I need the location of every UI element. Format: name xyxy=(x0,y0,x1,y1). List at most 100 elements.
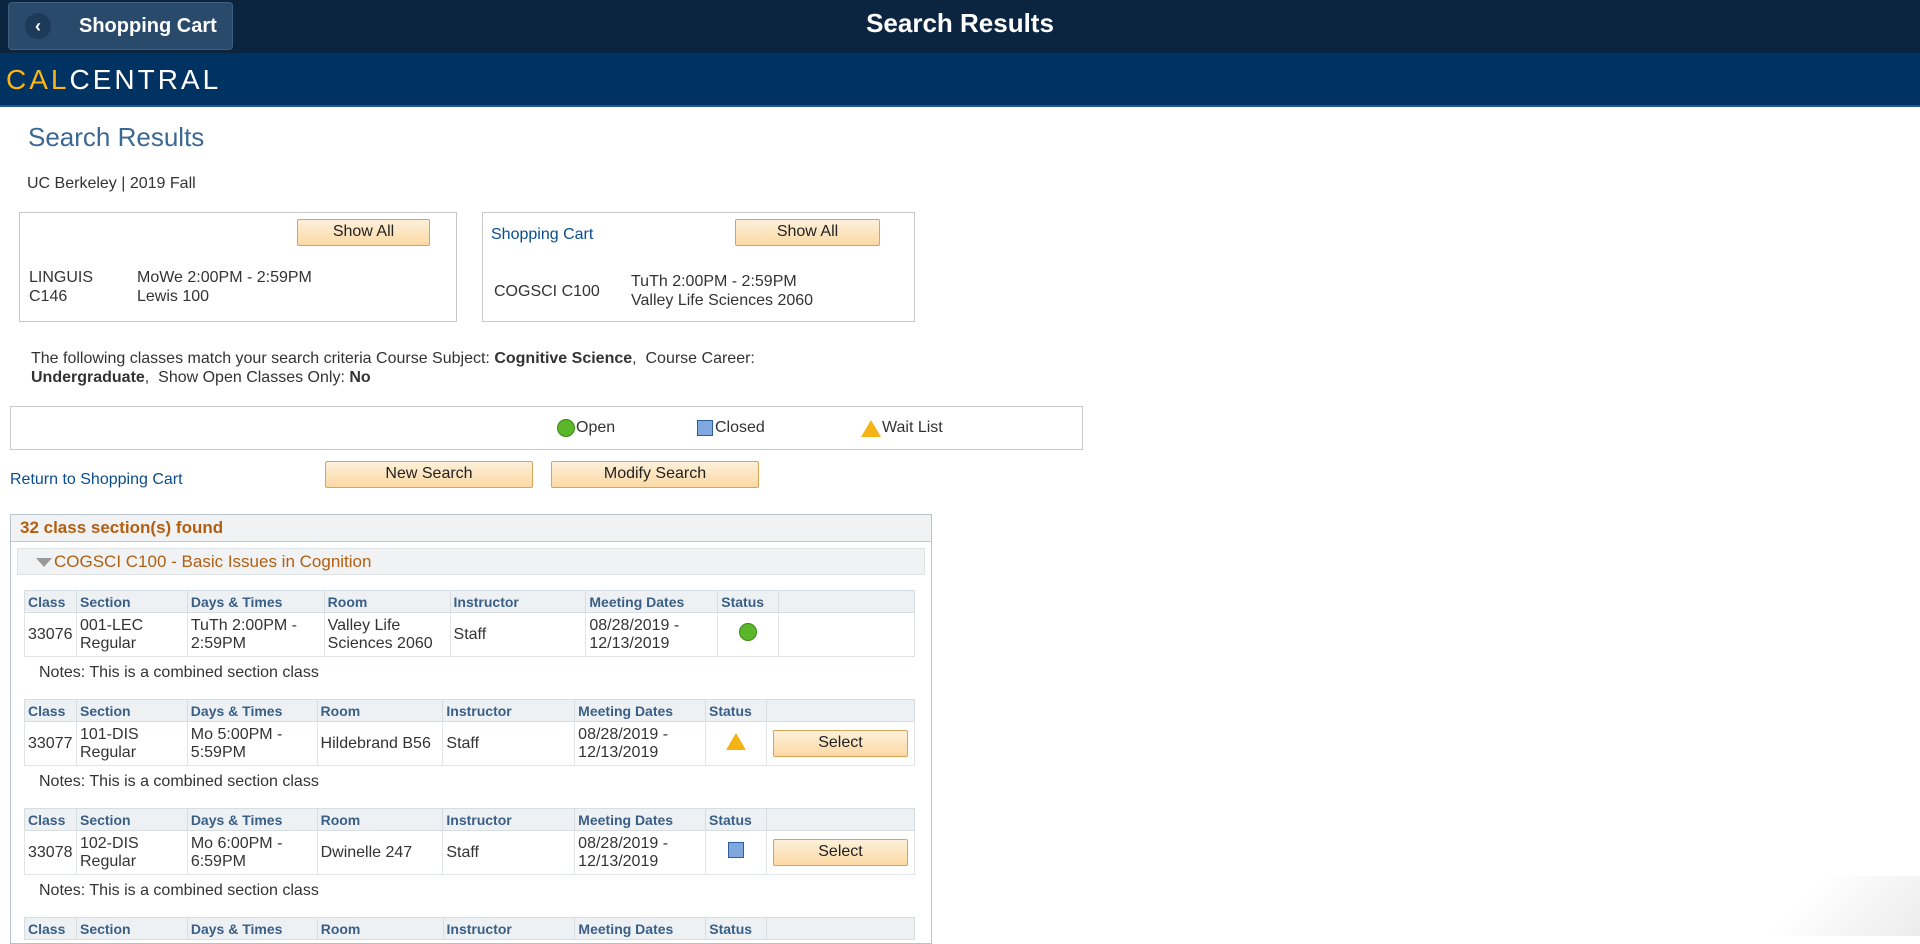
days-times-line2: 6:59PM xyxy=(190,852,246,870)
action-cell xyxy=(778,612,915,657)
meeting-dates-cell: 08/28/2019 -12/13/2019 xyxy=(574,721,706,766)
col-section: Section xyxy=(75,699,188,722)
cart-course-room: Valley Life Sciences 2060 xyxy=(631,292,814,309)
brand-bar: CALCENTRAL xyxy=(0,53,1920,107)
top-bar: ‹ Shopping Cart Search Results xyxy=(0,0,1920,53)
section-code: 101-DIS xyxy=(79,725,139,743)
col-days-times: Days & Times xyxy=(186,699,318,722)
select-section-button[interactable]: Select xyxy=(772,730,908,757)
section-notes: Notes: This is a combined section class xyxy=(39,882,319,899)
action-cell: Select xyxy=(765,830,916,875)
section-link[interactable]: 001-LEC Regular xyxy=(75,612,188,657)
class-number-link[interactable]: 33076 xyxy=(24,612,77,657)
col-days-times: Days & Times xyxy=(186,590,325,613)
criteria-intro: The following classes match your search … xyxy=(31,350,490,367)
col-days-times: Days & Times xyxy=(186,917,318,940)
corner-shadow xyxy=(1720,876,1920,936)
col-instructor: Instructor xyxy=(442,699,576,722)
table-row: 33076 001-LEC Regular TuTh 2:00PM -2:59PM… xyxy=(24,612,915,657)
course-group-header[interactable]: COGSCI C100 - Basic Issues in Cognition xyxy=(17,548,925,575)
col-action xyxy=(765,699,916,722)
enrolled-classes-panel: Show All LINGUIS C146 MoWe 2:00PM - 2:59… xyxy=(19,212,457,322)
section-link[interactable]: 101-DIS Regular xyxy=(75,721,188,766)
col-room: Room xyxy=(316,699,444,722)
dates-line2: 12/13/2019 xyxy=(578,743,659,761)
results-count: 32 class section(s) found xyxy=(20,518,224,537)
section-table-header: Class Section Days & Times Room Instruct… xyxy=(24,590,915,613)
legend-closed: Closed xyxy=(697,419,765,437)
days-times-line2: 2:59PM xyxy=(190,634,246,652)
calcentral-logo[interactable]: CALCENTRAL xyxy=(6,64,221,96)
shopping-cart-link[interactable]: Shopping Cart xyxy=(491,225,593,244)
col-section: Section xyxy=(75,917,188,940)
col-class: Class xyxy=(24,699,77,722)
closed-square-icon xyxy=(697,420,713,436)
col-section: Section xyxy=(75,808,188,831)
meeting-dates-cell: 08/28/2019 -12/13/2019 xyxy=(585,612,719,657)
section-type: Regular xyxy=(79,852,137,870)
status-cell xyxy=(717,612,780,657)
col-meeting-dates: Meeting Dates xyxy=(574,808,707,831)
open-circle-icon xyxy=(739,623,758,641)
meeting-dates-cell: 08/28/2019 -12/13/2019 xyxy=(574,830,707,875)
open-circle-icon xyxy=(557,419,575,437)
select-section-button[interactable]: Select xyxy=(772,839,908,866)
enrolled-course-times: MoWe 2:00PM - 2:59PM xyxy=(137,269,312,286)
room-line2: Sciences 2060 xyxy=(327,634,433,652)
search-criteria-text: The following classes match your search … xyxy=(31,350,755,386)
enrolled-course-line1: LINGUIS xyxy=(29,269,94,286)
page-title: Search Results xyxy=(28,122,205,152)
cart-course-schedule: TuTh 2:00PM - 2:59PM Valley Life Science… xyxy=(631,272,813,310)
enrolled-show-all-button[interactable]: Show All xyxy=(297,219,430,246)
criteria-career: Undergraduate xyxy=(31,369,145,386)
col-instructor: Instructor xyxy=(442,808,576,831)
class-number-link[interactable]: 33077 xyxy=(24,721,77,766)
section-link[interactable]: 102-DIS Regular xyxy=(75,830,188,875)
section-table-header: Class Section Days & Times Room Instruct… xyxy=(24,917,915,940)
logo-central-text: CENTRAL xyxy=(69,64,222,95)
legend-open-label: Open xyxy=(576,419,616,436)
table-row: 33077 101-DIS Regular Mo 5:00PM -5:59PM H… xyxy=(24,721,916,766)
section-table: Class Section Days & Times Room Instruct… xyxy=(24,808,916,875)
return-to-shopping-cart-link[interactable]: Return to Shopping Cart xyxy=(10,470,183,489)
section-table-header: Class Section Days & Times Room Instruct… xyxy=(24,699,916,722)
criteria-open-only: No xyxy=(349,369,371,386)
class-number-link[interactable]: 33078 xyxy=(24,830,77,875)
col-room: Room xyxy=(316,917,444,940)
room-cell: Dwinelle 247 xyxy=(316,830,444,875)
logo-cal-text: CAL xyxy=(6,64,70,95)
section-table-header: Class Section Days & Times Room Instruct… xyxy=(24,808,916,831)
days-times-cell: TuTh 2:00PM -2:59PM xyxy=(186,612,325,657)
section-notes: Notes: This is a combined section class xyxy=(39,773,319,790)
room-cell: Hildebrand B56 xyxy=(316,721,444,766)
col-class: Class xyxy=(24,590,77,613)
criteria-subject: Cognitive Science xyxy=(494,350,633,367)
dates-line2: 12/13/2019 xyxy=(589,634,670,652)
instructor-cell: Staff xyxy=(449,612,587,657)
col-status: Status xyxy=(705,917,768,940)
col-instructor: Instructor xyxy=(442,917,576,940)
section-type: Regular xyxy=(79,634,137,652)
collapse-triangle-icon[interactable] xyxy=(36,558,52,567)
days-times-line1: Mo 6:00PM - xyxy=(190,834,283,852)
dates-line1: 08/28/2019 - xyxy=(578,725,669,743)
col-meeting-dates: Meeting Dates xyxy=(574,699,706,722)
days-times-line1: Mo 5:00PM - xyxy=(190,725,283,743)
legend-open: Open xyxy=(557,419,615,437)
col-action xyxy=(778,590,915,613)
results-header: 32 class section(s) found xyxy=(11,515,931,542)
room-line1: Valley Life xyxy=(327,616,401,634)
legend-wait-label: Wait List xyxy=(882,419,943,436)
modify-search-button[interactable]: Modify Search xyxy=(551,461,759,488)
col-meeting-dates: Meeting Dates xyxy=(585,590,719,613)
col-meeting-dates: Meeting Dates xyxy=(574,917,707,940)
enrolled-course-schedule: MoWe 2:00PM - 2:59PM Lewis 100 xyxy=(137,268,312,306)
term-label: UC Berkeley | 2019 Fall xyxy=(27,175,196,192)
section-code: 001-LEC xyxy=(79,616,144,634)
course-title: COGSCI C100 - Basic Issues in Cognition xyxy=(54,552,372,571)
new-search-button[interactable]: New Search xyxy=(325,461,533,488)
days-times-line2: 5:59PM xyxy=(190,743,246,761)
section-notes: Notes: This is a combined section class xyxy=(39,664,319,681)
legend-closed-label: Closed xyxy=(715,419,765,436)
cart-show-all-button[interactable]: Show All xyxy=(735,219,880,246)
